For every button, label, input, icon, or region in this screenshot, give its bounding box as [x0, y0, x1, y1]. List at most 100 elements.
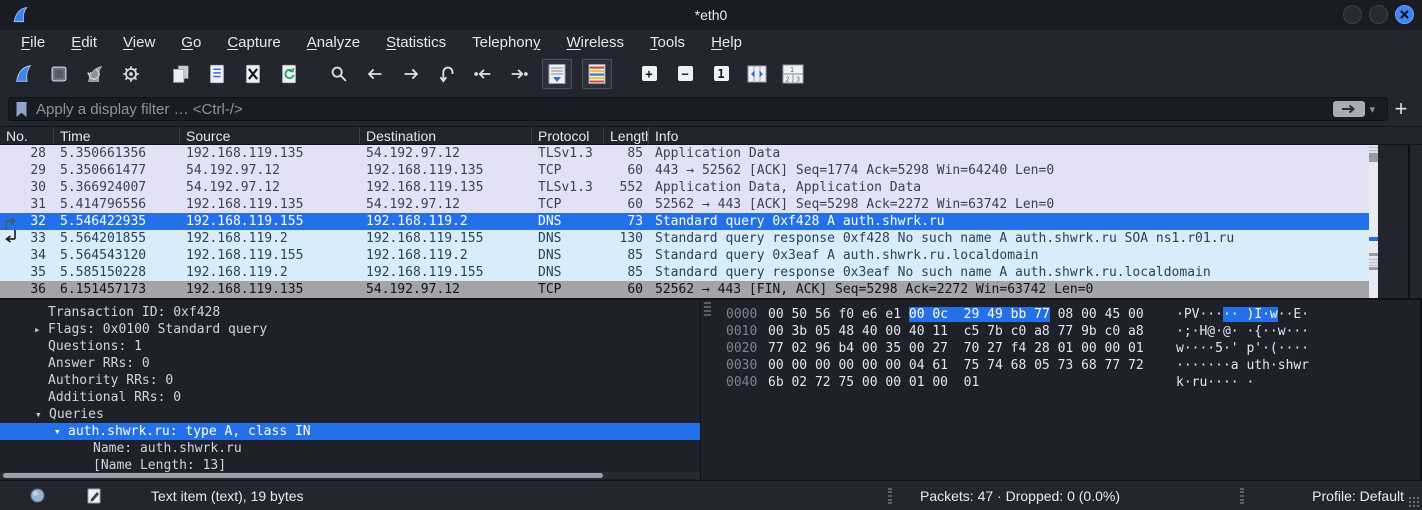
menu-wireless[interactable]: Wireless [554, 30, 638, 55]
menu-analyze[interactable]: Analyze [294, 30, 373, 55]
resize-columns-icon [745, 63, 769, 85]
menu-statistics[interactable]: Statistics [373, 30, 459, 55]
reload-file-button[interactable] [276, 60, 302, 88]
detail-line[interactable]: ▸Flags: 0x0100 Standard query [0, 321, 700, 338]
detail-line[interactable]: Authority RRs: 0 [0, 372, 700, 389]
detail-line[interactable]: Name: auth.shwrk.ru [0, 440, 700, 457]
statusbar-separator[interactable] [888, 488, 892, 504]
auto-scroll-toggle[interactable] [542, 59, 572, 89]
cell-no: 34 [0, 247, 54, 264]
filter-bar: ▾ + [0, 92, 1422, 126]
capture-comment-icon[interactable] [87, 488, 101, 504]
zoom-out-button[interactable]: − [672, 60, 698, 88]
menu-go[interactable]: Go [168, 30, 214, 55]
display-filter-field[interactable]: ▾ [8, 97, 1388, 121]
zoom-in-button[interactable]: + [636, 60, 662, 88]
menu-help[interactable]: Help [698, 30, 755, 55]
stop-capture-button[interactable] [46, 60, 72, 88]
statusbar-separator[interactable] [1240, 488, 1244, 504]
detail-line-text: Transaction ID: 0xf428 [0, 304, 220, 321]
packet-list-scrollbar[interactable] [1369, 145, 1378, 298]
close-file-button[interactable] [240, 60, 266, 88]
go-first-packet-button[interactable] [470, 60, 496, 88]
hex-row[interactable]: 003000 00 00 00 00 00 04 61 75 74 68 05 … [714, 357, 1420, 374]
hex-row[interactable]: 000000 50 56 f0 e6 e1 00 0c 29 49 bb 77 … [714, 306, 1420, 323]
resize-grip-icon[interactable] [1408, 496, 1420, 508]
profile-status[interactable]: Profile: Default [1312, 488, 1404, 504]
packet-row-35[interactable]: 355.585150228192.168.119.2192.168.119.15… [0, 264, 1369, 281]
maximize-button[interactable] [1369, 5, 1388, 24]
details-horizontal-scrollbar[interactable] [0, 472, 700, 479]
menu-file[interactable]: File [8, 30, 58, 55]
packet-row-36[interactable]: 366.151457173192.168.119.13554.192.97.12… [0, 281, 1369, 298]
packet-row-32[interactable]: 325.546422935192.168.119.155192.168.119.… [0, 213, 1369, 230]
detail-line[interactable]: ▾Queries [0, 406, 700, 423]
menu-telephony[interactable]: Telephony [459, 30, 553, 55]
menu-tools[interactable]: Tools [637, 30, 698, 55]
go-forward-button[interactable] [398, 60, 424, 88]
column-header-protocol[interactable]: Protocol [532, 127, 604, 144]
detail-line-text: Answer RRs: 0 [0, 355, 150, 372]
cell-length: 130 [604, 230, 649, 247]
detail-line[interactable]: Additional RRs: 0 [0, 389, 700, 406]
hex-selected-bytes: 00 0c 29 49 bb 77 [909, 307, 1050, 322]
detail-line[interactable]: Transaction ID: 0xf428 [0, 304, 700, 321]
hex-row[interactable]: 002077 02 96 b4 00 35 00 27 70 27 f4 28 … [714, 340, 1420, 357]
expanded-arrow-icon[interactable]: ▾ [54, 423, 61, 440]
restart-capture-button[interactable] [82, 60, 108, 88]
open-file-button[interactable] [168, 60, 194, 88]
layout-panes-icon: 123 [780, 63, 806, 85]
arrow-to-start-icon [472, 63, 494, 85]
find-packet-button[interactable] [326, 60, 352, 88]
cell-info: Application Data [649, 145, 1369, 162]
column-header-destination[interactable]: Destination [360, 127, 532, 144]
resize-columns-button[interactable] [744, 60, 770, 88]
menu-view[interactable]: View [110, 30, 168, 55]
packet-row-28[interactable]: 285.350661356192.168.119.13554.192.97.12… [0, 145, 1369, 162]
hex-row[interactable]: 001000 3b 05 48 40 00 40 11 c5 7b c0 a8 … [714, 323, 1420, 340]
start-capture-button[interactable] [10, 60, 36, 88]
arrow-left-icon [364, 63, 386, 85]
bookmark-icon[interactable] [15, 101, 28, 118]
minimize-button[interactable] [1343, 5, 1362, 24]
apply-filter-button[interactable] [1333, 101, 1365, 117]
menu-capture[interactable]: Capture [214, 30, 293, 55]
go-back-button[interactable] [362, 60, 388, 88]
add-filter-button[interactable]: + [1388, 97, 1414, 121]
collapsed-arrow-icon[interactable]: ▸ [34, 321, 41, 338]
filter-dropdown-caret[interactable]: ▾ [1369, 103, 1375, 116]
cell-length: 552 [604, 179, 649, 196]
layout-button[interactable]: 123 [780, 60, 806, 88]
detail-line[interactable]: ▾auth.shwrk.ru: type A, class IN [0, 423, 700, 440]
packet-count-status: Packets: 47 · Dropped: 0 (0.0%) [920, 488, 1120, 504]
detail-line[interactable]: Questions: 1 [0, 338, 700, 355]
column-header-source[interactable]: Source [180, 127, 360, 144]
colorize-toggle[interactable] [582, 59, 612, 89]
column-header-info[interactable]: Info [649, 127, 1422, 144]
close-button[interactable] [1395, 5, 1414, 24]
packet-row-31[interactable]: 315.414796556192.168.119.13554.192.97.12… [0, 196, 1369, 213]
zoom-out-icon: − [678, 66, 693, 81]
packet-row-29[interactable]: 295.35066147754.192.97.12192.168.119.135… [0, 162, 1369, 179]
hex-row[interactable]: 00406b 02 72 75 00 00 01 00 01k·ru···· · [714, 374, 1420, 391]
hex-bytes: ··E· [1278, 307, 1309, 322]
packet-row-30[interactable]: 305.36692400754.192.97.12192.168.119.135… [0, 179, 1369, 196]
expanded-arrow-icon[interactable]: ▾ [35, 406, 42, 423]
packet-row-33[interactable]: 335.564201855192.168.119.2192.168.119.15… [0, 230, 1369, 247]
menu-edit[interactable]: Edit [58, 30, 110, 55]
pane-splitter[interactable] [700, 300, 714, 480]
zoom-original-button[interactable]: 1 [708, 60, 734, 88]
display-filter-input[interactable] [36, 101, 1333, 118]
column-header-time[interactable]: Time [54, 127, 180, 144]
cell-time: 5.564201855 [54, 230, 180, 247]
capture-options-button[interactable] [118, 60, 144, 88]
column-header-length[interactable]: Length [604, 127, 649, 144]
zoom-in-icon: + [642, 66, 657, 81]
go-to-packet-button[interactable] [434, 60, 460, 88]
save-file-button[interactable] [204, 60, 230, 88]
go-last-packet-button[interactable] [506, 60, 532, 88]
expert-info-icon[interactable] [30, 488, 45, 503]
column-header-no[interactable]: No. [0, 127, 54, 144]
packet-row-34[interactable]: 345.564543120192.168.119.155192.168.119.… [0, 247, 1369, 264]
detail-line[interactable]: Answer RRs: 0 [0, 355, 700, 372]
